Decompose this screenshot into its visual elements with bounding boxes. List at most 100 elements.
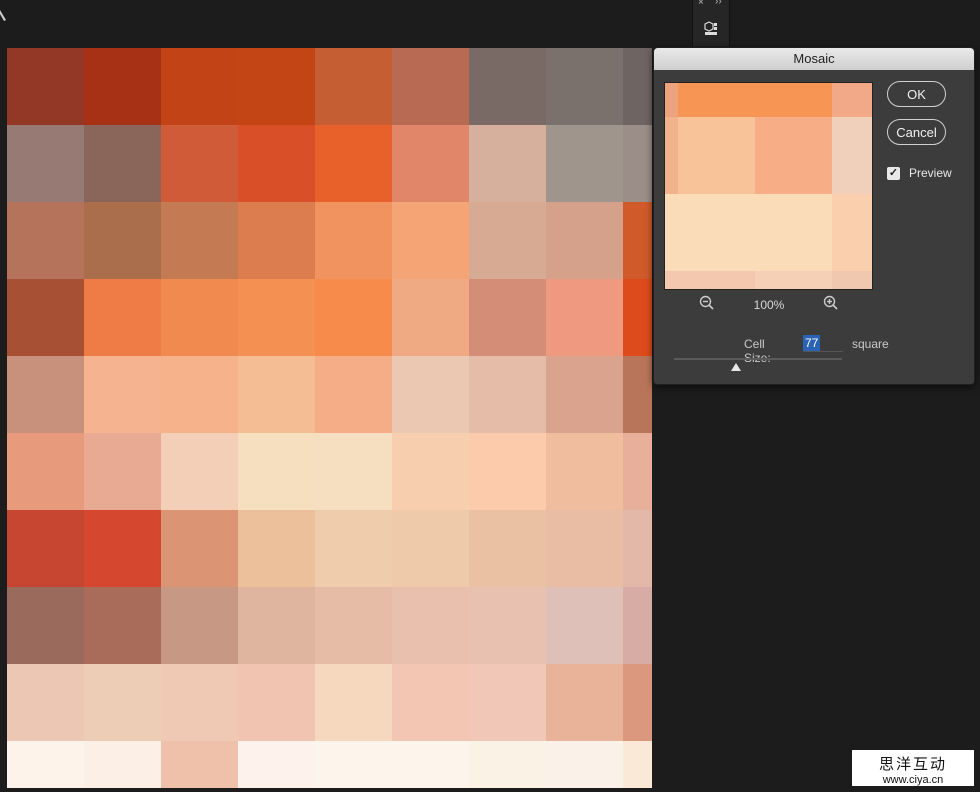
mosaic-cell xyxy=(84,202,161,279)
zoom-level: 100% xyxy=(753,298,785,312)
mosaic-cell xyxy=(161,510,238,587)
preview-cell xyxy=(678,271,755,289)
mosaic-cell xyxy=(84,664,161,741)
mosaic-cell xyxy=(238,279,315,356)
mosaic-cell xyxy=(469,202,546,279)
mosaic-cell xyxy=(392,125,469,202)
mosaic-cell xyxy=(392,433,469,510)
mosaic-cell xyxy=(161,356,238,433)
mosaic-cell xyxy=(623,587,652,664)
mosaic-cell xyxy=(7,510,84,587)
preview-label: Preview xyxy=(909,166,952,180)
watermark: 思洋互动 www.ciya.cn xyxy=(852,750,974,786)
mosaic-cell xyxy=(7,48,84,125)
mosaic-cell xyxy=(546,741,623,788)
mosaic-cell xyxy=(546,202,623,279)
mosaic-cell xyxy=(623,510,652,587)
mosaic-cell xyxy=(161,741,238,788)
mosaic-cell xyxy=(7,279,84,356)
mosaic-cell xyxy=(392,510,469,587)
preview-cell xyxy=(678,83,755,117)
mosaic-cell xyxy=(392,664,469,741)
mosaic-cell xyxy=(238,48,315,125)
mosaic-cell xyxy=(623,125,652,202)
mosaic-cell xyxy=(238,741,315,788)
zoom-out-icon[interactable] xyxy=(699,295,715,311)
mosaic-cell xyxy=(623,664,652,741)
mosaic-cell xyxy=(469,741,546,788)
mosaic-cell xyxy=(546,356,623,433)
cell-size-slider-track[interactable] xyxy=(674,358,842,360)
preview-cell xyxy=(678,194,755,271)
tool-icon[interactable] xyxy=(0,8,10,26)
mosaic-cell xyxy=(238,202,315,279)
mosaic-cell xyxy=(315,48,392,125)
mosaic-cell xyxy=(315,279,392,356)
dialog-title: Mosaic xyxy=(654,48,974,70)
image-document xyxy=(7,48,652,788)
mosaic-cell xyxy=(161,202,238,279)
cell-size-unit: square xyxy=(852,337,889,351)
mosaic-cell xyxy=(84,125,161,202)
zoom-in-icon[interactable] xyxy=(823,295,839,311)
preview-cell xyxy=(832,194,872,271)
preview-checkbox[interactable]: ✓ xyxy=(887,167,900,180)
mosaic-cell xyxy=(315,356,392,433)
mosaic-cell xyxy=(469,356,546,433)
mosaic-cell xyxy=(238,356,315,433)
mosaic-cell xyxy=(238,125,315,202)
collapsed-panel: × ›› xyxy=(692,0,730,46)
mosaic-cell xyxy=(84,587,161,664)
mosaic-cell xyxy=(315,664,392,741)
preview-cell xyxy=(665,194,678,271)
preview-cell xyxy=(678,117,755,194)
mosaic-cell xyxy=(7,664,84,741)
3d-cube-icon[interactable] xyxy=(703,20,719,36)
ok-button[interactable]: OK xyxy=(887,81,946,107)
mosaic-cell xyxy=(315,125,392,202)
close-icon[interactable]: × xyxy=(698,0,704,8)
mosaic-cell xyxy=(623,433,652,510)
cell-size-slider-thumb[interactable] xyxy=(731,363,741,371)
mosaic-cell xyxy=(469,664,546,741)
mosaic-cell xyxy=(469,125,546,202)
expand-icon[interactable]: ›› xyxy=(715,0,722,7)
mosaic-cell xyxy=(546,48,623,125)
mosaic-cell xyxy=(84,356,161,433)
mosaic-cell xyxy=(623,356,652,433)
mosaic-cell xyxy=(84,48,161,125)
mosaic-cell xyxy=(392,741,469,788)
mosaic-cell xyxy=(315,433,392,510)
mosaic-cell xyxy=(546,587,623,664)
preview-cell xyxy=(832,271,872,289)
preview-cell xyxy=(755,271,832,289)
preview-window[interactable] xyxy=(664,82,873,290)
mosaic-cell xyxy=(469,48,546,125)
preview-cell xyxy=(755,117,832,194)
mosaic-cell xyxy=(84,741,161,788)
mosaic-cell xyxy=(238,510,315,587)
preview-cell xyxy=(832,83,872,117)
mosaic-cell xyxy=(392,356,469,433)
mosaic-cell xyxy=(161,279,238,356)
mosaic-cell xyxy=(546,433,623,510)
mosaic-cell xyxy=(161,587,238,664)
watermark-line2: www.ciya.cn xyxy=(882,774,944,786)
mosaic-cell xyxy=(392,48,469,125)
preview-checkbox-row[interactable]: ✓ Preview xyxy=(887,166,967,182)
mosaic-cell xyxy=(546,279,623,356)
mosaic-cell xyxy=(315,587,392,664)
cell-size-label: Cell Size: xyxy=(744,337,771,365)
mosaic-image xyxy=(7,48,652,788)
mosaic-cell xyxy=(469,433,546,510)
cancel-button[interactable]: Cancel xyxy=(887,119,946,145)
preview-cell xyxy=(832,117,872,194)
preview-cell xyxy=(665,117,678,194)
mosaic-cell xyxy=(392,202,469,279)
preview-cell xyxy=(665,271,678,289)
mosaic-cell xyxy=(84,433,161,510)
mosaic-cell xyxy=(469,510,546,587)
mosaic-cell xyxy=(238,433,315,510)
mosaic-cell xyxy=(469,279,546,356)
mosaic-cell xyxy=(84,279,161,356)
